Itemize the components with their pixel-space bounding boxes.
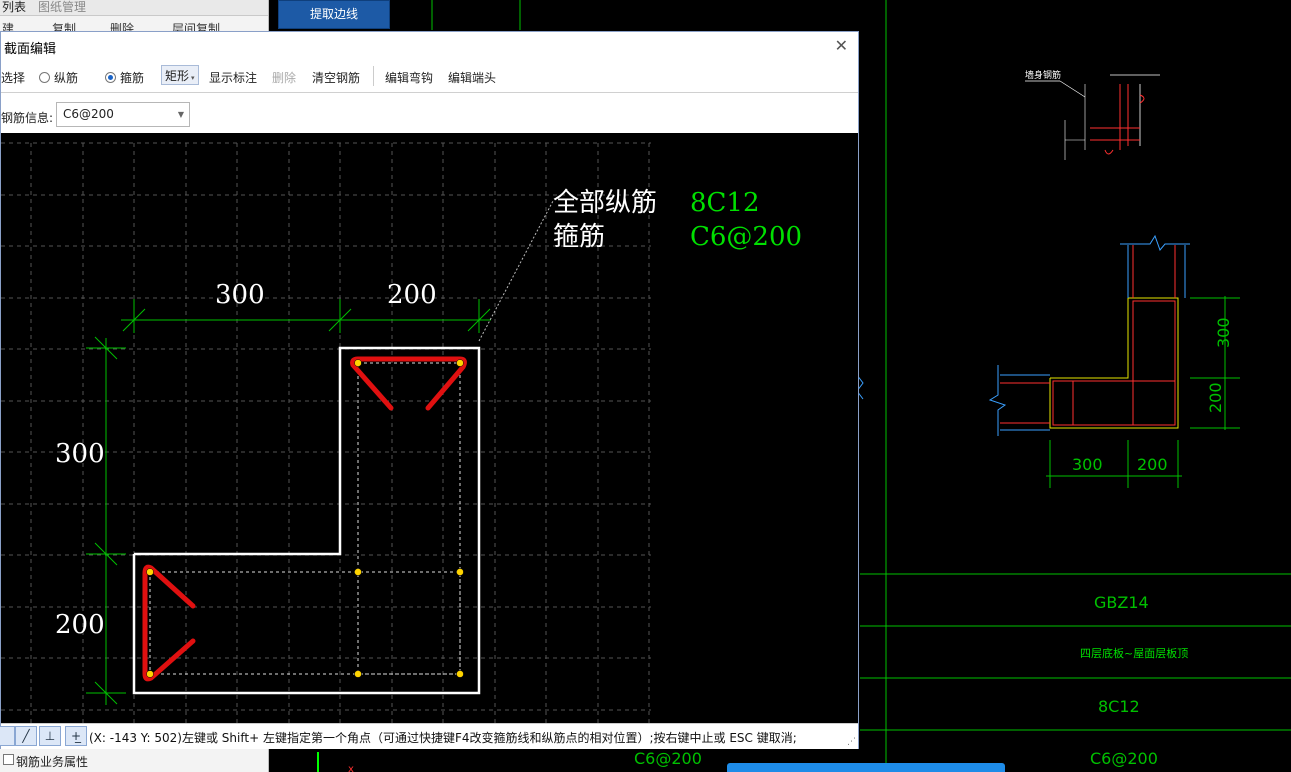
delete-tool-button[interactable]: 删除 — [272, 69, 296, 86]
rebar-info-bar: 钢筋信息: C6@200 ▼ — [1, 93, 858, 133]
offset-icon[interactable]: +̲ — [65, 726, 87, 746]
dim-left-2: 200 — [55, 610, 105, 640]
bottom-blue-bar[interactable] — [727, 763, 1005, 772]
toolbar-separator — [373, 66, 374, 86]
table-longitudinal: 8C12 — [1098, 697, 1140, 716]
rebar-point[interactable] — [456, 359, 464, 367]
stirrup-shape — [142, 356, 467, 682]
diagonal-snap-icon[interactable]: ╱ — [15, 726, 37, 746]
left-toolbar: 建 复制 删除 层间复制 — [0, 16, 268, 36]
section-canvas[interactable]: 300 200 300 200 全部纵筋 8C12 箍筋 C6@200 — [1, 133, 858, 723]
rebar-point[interactable] — [354, 568, 362, 576]
resize-grip-icon[interactable]: ⋰ — [847, 737, 856, 747]
legend-all-long-value: 8C12 — [690, 188, 760, 218]
longitudinal-radio[interactable]: 纵筋 — [39, 69, 78, 86]
table-elevation: 四层底板~屋面层板顶 — [1080, 646, 1188, 660]
rebar-point[interactable] — [354, 359, 362, 367]
chevron-down-icon: ▾ — [191, 74, 195, 82]
rebar-point[interactable] — [456, 568, 464, 576]
dialog-toolbar: 选择 纵筋 箍筋 矩形 ▾ 显示标注 删除 清空钢筋 编辑弯钩 编辑端头 — [1, 60, 858, 93]
dim-top-2: 200 — [387, 280, 437, 310]
close-icon[interactable]: ✕ — [835, 36, 848, 55]
dialog-statusbar: ╱ ⊥ +̲ (X: -143 Y: 502)左键或 Shift+ 左键指定第一… — [0, 723, 858, 749]
dim-left-1: 300 — [55, 439, 105, 469]
clear-rebar-button[interactable]: 清空钢筋 — [312, 69, 360, 86]
rebar-property-row[interactable]: 钢筋业务属性 — [0, 750, 268, 772]
drawing-dim-h1: 300 — [1072, 455, 1103, 474]
status-text: (X: -143 Y: 502)左键或 Shift+ 左键指定第一个角点（可通过… — [89, 731, 797, 745]
rebar-point[interactable] — [146, 670, 154, 678]
edit-hook-button[interactable]: 编辑弯钩 — [385, 69, 433, 86]
table-name: GBZ14 — [1094, 593, 1149, 612]
longitudinal-label: 纵筋 — [54, 71, 79, 85]
radio-icon — [39, 72, 50, 83]
bottom-stirrup: C6@200 — [634, 749, 702, 768]
rebar-point[interactable] — [456, 670, 464, 678]
dialog-title: 截面编辑 — [4, 42, 57, 57]
rebar-points — [146, 359, 464, 678]
rebar-point[interactable] — [354, 670, 362, 678]
rebar-point[interactable] — [146, 568, 154, 576]
drawing-dim-v1: 300 — [1214, 317, 1233, 348]
drawing-dim-v2: 200 — [1206, 382, 1225, 413]
legend-all-long-label: 全部纵筋 — [553, 188, 657, 218]
table-stirrup: C6@200 — [1090, 749, 1158, 768]
svg-text:x: x — [348, 764, 354, 772]
stirrup-label: 箍筋 — [120, 71, 145, 85]
show-annotation-button[interactable]: 显示标注 — [209, 69, 257, 86]
dialog-titlebar: 截面编辑 ✕ — [1, 32, 858, 61]
shape-dropdown[interactable]: 矩形 ▾ — [161, 65, 199, 85]
rebar-info-combo[interactable]: C6@200 ▼ — [56, 102, 190, 127]
rebar-info-value: C6@200 — [63, 107, 114, 121]
shape-value: 矩形 — [165, 69, 190, 83]
perpendicular-icon[interactable]: ⊥ — [39, 726, 61, 746]
stirrup-radio[interactable]: 箍筋 — [105, 69, 144, 86]
rebar-info-label: 钢筋信息: — [1, 111, 54, 125]
tab-drawing-manage[interactable]: 图纸管理 — [38, 0, 86, 15]
left-tabs: 列表 图纸管理 — [0, 0, 268, 16]
legend-stirrup-value: C6@200 — [690, 222, 802, 252]
detail-label: 墙身钢筋 — [1025, 69, 1061, 81]
dim-top-1: 300 — [215, 280, 265, 310]
edit-end-button[interactable]: 编辑端头 — [448, 69, 496, 86]
legend-stirrup-label: 箍筋 — [553, 222, 605, 252]
extract-edge-button[interactable]: 提取边线 — [278, 0, 390, 29]
section-edit-dialog: 截面编辑 ✕ 选择 纵筋 箍筋 矩形 ▾ 显示标注 删除 清空钢筋 编辑弯钩 编辑… — [0, 31, 859, 749]
expand-icon[interactable] — [3, 754, 14, 765]
drawing-dim-h2: 200 — [1137, 455, 1168, 474]
tab-list[interactable]: 列表 — [2, 0, 26, 15]
snap-button[interactable] — [0, 726, 15, 746]
chevron-down-icon: ▼ — [177, 110, 184, 119]
select-tool[interactable]: 选择 — [1, 69, 25, 86]
radio-selected-icon — [105, 72, 116, 83]
rebar-property-label: 钢筋业务属性 — [16, 755, 89, 769]
